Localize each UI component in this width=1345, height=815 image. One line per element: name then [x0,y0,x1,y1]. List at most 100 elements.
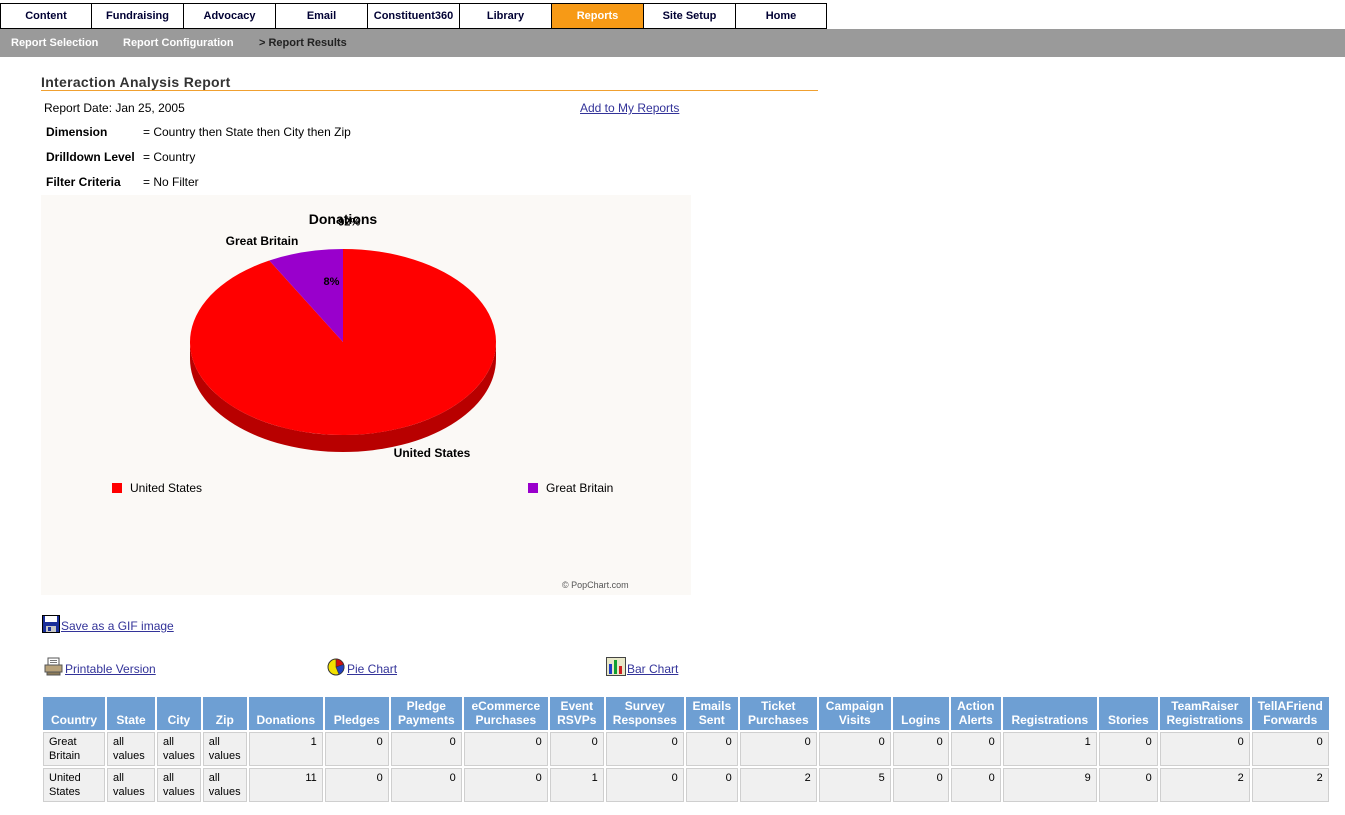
report-date: Report Date: Jan 25, 2005 [44,101,185,115]
table-cell: 0 [605,732,684,766]
column-header: Action Alerts [950,697,1001,730]
floppy-disk-icon [42,615,60,633]
subnav-report-selection[interactable]: Report Selection [11,37,98,49]
filter-criteria-label: Filter Criteria [46,175,121,189]
tab-site-setup[interactable]: Site Setup [643,3,736,29]
table-header-row: Country State City Zip Donations Pledges… [43,697,1329,730]
column-header: eCommerce Purchases [463,697,548,730]
table-cell: 1 [549,768,604,802]
column-header: Logins [892,697,949,730]
table-cell: 0 [1098,732,1158,766]
column-header: Ticket Purchases [739,697,817,730]
table-cell: 0 [892,732,949,766]
top-navigation: Content Fundraising Advocacy Email Const… [0,3,827,29]
table-cell: 0 [950,732,1001,766]
column-header: Event RSVPs [549,697,604,730]
pie-slice-label: United States [394,446,471,460]
table-cell: all values [107,768,155,802]
drilldown-value: = Country [143,150,196,164]
table-cell: 5 [818,768,891,802]
pie-chart: Donations 92% 8% Great Britain United States… [41,195,691,595]
save-gif-link[interactable]: Save as a GIF image [42,615,174,633]
subnav-report-results: > Report Results [259,37,347,49]
add-to-my-reports-link[interactable]: Add to My Reports [580,101,679,115]
tab-home[interactable]: Home [735,3,827,29]
table-cell: 0 [1251,732,1329,766]
table-cell: all values [157,768,201,802]
table-cell: 0 [739,732,817,766]
column-header: Donations [248,697,323,730]
table-cell: 1 [248,732,323,766]
pie-percent-label: 92% [338,217,360,229]
pie-chart-link[interactable]: Pie Chart [326,657,397,676]
bar-chart-icon [606,657,626,676]
printable-version-link[interactable]: Printable Version [44,657,156,676]
table-cell: all values [157,732,201,766]
legend-label: Great Britain [546,481,613,495]
pie-chart-label[interactable]: Pie Chart [347,662,397,676]
pie-slice-label: Great Britain [226,234,299,248]
column-header: Pledge Payments [390,697,462,730]
tab-content[interactable]: Content [0,3,92,29]
table-cell: 0 [950,768,1001,802]
printer-icon [44,657,63,676]
legend-label: United States [130,481,202,495]
chart-credit: © PopChart.com [562,580,629,590]
table-cell: all values [107,732,155,766]
bar-chart-link[interactable]: Bar Chart [606,657,678,676]
table-cell: all values [202,768,247,802]
pie-percent-label: 8% [324,276,340,288]
sub-navigation: Report Selection Report Configuration > … [0,29,1345,57]
dimension-value: = Country then State then City then Zip [143,125,351,139]
table-cell: all values [202,732,247,766]
bar-chart-label[interactable]: Bar Chart [627,662,678,676]
column-header: Campaign Visits [818,697,891,730]
table-cell: 0 [605,768,684,802]
table-cell: 0 [818,732,891,766]
table-cell: 0 [390,732,462,766]
column-header: Zip [202,697,247,730]
column-header: Emails Sent [685,697,738,730]
printable-version-label[interactable]: Printable Version [65,662,156,676]
tab-advocacy[interactable]: Advocacy [183,3,276,29]
table-cell: 11 [248,768,323,802]
tab-constituent360[interactable]: Constituent360 [367,3,460,29]
table-row: United States all values all values all valu… [43,768,1329,802]
page-title: Interaction Analysis Report [41,74,231,90]
dimension-label: Dimension [46,125,108,139]
column-header: Country [43,697,105,730]
table-cell: 0 [549,732,604,766]
title-divider [41,90,818,91]
table-cell: 0 [324,768,389,802]
table-cell: 0 [685,732,738,766]
tab-email[interactable]: Email [275,3,368,29]
table-cell: 2 [1159,768,1250,802]
tab-library[interactable]: Library [459,3,552,29]
pie-chart-icon [327,658,345,676]
drilldown-label: Drilldown Level [46,150,135,164]
table-cell: Great Britain [43,732,105,766]
column-header: Pledges [324,697,389,730]
table-cell: 0 [1098,768,1158,802]
table-cell: 0 [463,768,548,802]
save-gif-label[interactable]: Save as a GIF image [61,619,174,633]
column-header: TellAFriend Forwards [1251,697,1329,730]
column-header: Registrations [1002,697,1097,730]
subnav-report-configuration[interactable]: Report Configuration [123,37,234,49]
tab-reports[interactable]: Reports [551,3,644,29]
table-cell: 0 [390,768,462,802]
filter-criteria-value: = No Filter [143,175,199,189]
table-cell: 0 [1159,732,1250,766]
column-header: Survey Responses [605,697,684,730]
table-cell: 9 [1002,768,1097,802]
legend-swatch [528,483,538,493]
table-row: Great Britain all values all values all valu… [43,732,1329,766]
results-table: Country State City Zip Donations Pledges… [41,695,1331,804]
column-header: City [157,697,201,730]
pie-chart-svg: Donations92%8%Great BritainUnited States… [112,211,629,590]
tab-fundraising[interactable]: Fundraising [91,3,184,29]
table-cell: 0 [463,732,548,766]
table-cell: 0 [324,732,389,766]
table-cell: 2 [739,768,817,802]
column-header: TeamRaiser Registrations [1159,697,1250,730]
